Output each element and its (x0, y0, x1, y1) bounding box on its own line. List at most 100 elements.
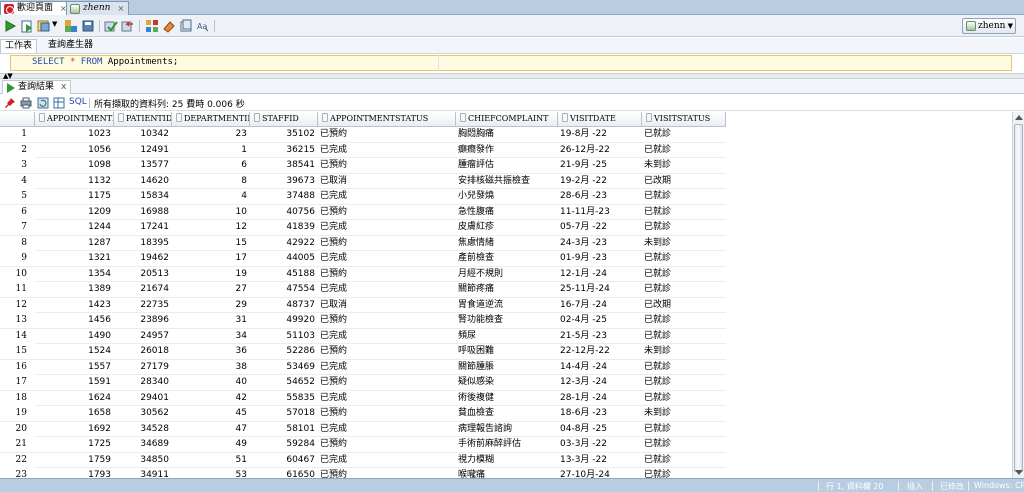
appointmentstatus-cell[interactable]: 已完成 (318, 391, 456, 406)
appointmentstatus-cell[interactable]: 已完成 (318, 422, 456, 437)
patientid-cell[interactable]: 23896 (114, 313, 172, 328)
appointmentstatus-cell[interactable]: 已預約 (318, 236, 456, 251)
chiefcomplaint-cell[interactable]: 喉嚨痛 (456, 468, 558, 478)
table-row[interactable]: 13 1456 23896 31 49920 已預約 腎功能檢查 02-4月 -25 已就診 (0, 313, 726, 329)
patientid-cell[interactable]: 12491 (114, 143, 172, 158)
table-row[interactable]: 22 1759 34850 51 60467 已完成 視力模糊 13-3月 -22 已就診 (0, 452, 726, 468)
tab-query-result[interactable]: 查詢結果 x (2, 80, 72, 94)
print-icon[interactable] (20, 97, 32, 109)
chiefcomplaint-cell[interactable]: 術後複健 (456, 391, 558, 406)
chiefcomplaint-cell[interactable]: 皮膚紅疹 (456, 220, 558, 235)
visitdate-cell[interactable]: 12-1月 -24 (558, 267, 642, 282)
table-row[interactable]: 20 1692 34528 47 58101 已完成 病理報告諮詢 04-8月 -25 已就診 (0, 421, 726, 437)
column-header-appointmentid[interactable]: APPOINTMENTID (35, 112, 114, 127)
visitdate-cell[interactable]: 11-11月-23 (558, 205, 642, 220)
visitstatus-cell[interactable]: 未到診 (642, 158, 726, 173)
visitstatus-cell[interactable]: 已就診 (642, 329, 726, 344)
staffid-cell[interactable]: 39673 (250, 174, 318, 189)
visitdate-cell[interactable]: 12-3月 -24 (558, 375, 642, 390)
departmentid-cell[interactable]: 15 (172, 236, 250, 251)
table-row[interactable]: 11 1389 21674 27 47554 已完成 關節疼痛 25-11月-24 已就診 (0, 282, 726, 298)
table-row[interactable]: 5 1175 15834 4 37488 已完成 小兒發燒 28-6月 -23 已就診 (0, 189, 726, 205)
appointmentstatus-cell[interactable]: 已預約 (318, 205, 456, 220)
tab-query-builder[interactable]: 查詢產生器 (44, 39, 97, 53)
patientid-cell[interactable]: 16988 (114, 205, 172, 220)
appointmentid-cell[interactable]: 1023 (35, 127, 114, 142)
explain-plan-icon[interactable] (64, 19, 78, 33)
run-statement-icon[interactable] (3, 19, 17, 33)
column-header-appointmentstatus[interactable]: APPOINTMENTSTATUS (318, 112, 456, 127)
visitstatus-cell[interactable]: 未到診 (642, 406, 726, 421)
departmentid-cell[interactable]: 1 (172, 143, 250, 158)
refresh-icon[interactable] (37, 97, 49, 109)
staffid-cell[interactable]: 60467 (250, 453, 318, 468)
chiefcomplaint-cell[interactable]: 呼吸困難 (456, 344, 558, 359)
patientid-cell[interactable]: 34850 (114, 453, 172, 468)
close-icon[interactable]: x (61, 81, 66, 94)
appointmentid-cell[interactable]: 1658 (35, 406, 114, 421)
scroll-thumb[interactable] (1014, 124, 1023, 472)
table-row[interactable]: 12 1423 22735 29 48737 已取消 胃食道逆流 16-7月 -24 已改期 (0, 297, 726, 313)
column-header-patientid[interactable]: PATIENTID (114, 112, 172, 127)
appointmentstatus-cell[interactable]: 已預約 (318, 406, 456, 421)
visitstatus-cell[interactable]: 已就診 (642, 391, 726, 406)
staffid-cell[interactable]: 45188 (250, 267, 318, 282)
visitstatus-cell[interactable]: 未到診 (642, 344, 726, 359)
appointmentstatus-cell[interactable]: 已完成 (318, 282, 456, 297)
staffid-cell[interactable]: 35102 (250, 127, 318, 142)
departmentid-cell[interactable]: 27 (172, 282, 250, 297)
visitstatus-cell[interactable]: 已就診 (642, 360, 726, 375)
patientid-cell[interactable]: 29401 (114, 391, 172, 406)
appointmentid-cell[interactable]: 1175 (35, 189, 114, 204)
table-row[interactable]: 4 1132 14620 8 39673 已取消 安排核磁共振檢查 19-2月 -22 已改期 (0, 173, 726, 189)
visitdate-cell[interactable]: 21-9月 -25 (558, 158, 642, 173)
appointmentstatus-cell[interactable]: 已完成 (318, 360, 456, 375)
visitdate-cell[interactable]: 25-11月-24 (558, 282, 642, 297)
history-icon[interactable] (179, 19, 193, 33)
appointmentid-cell[interactable]: 1490 (35, 329, 114, 344)
staffid-cell[interactable]: 48737 (250, 298, 318, 313)
appointmentstatus-cell[interactable]: 已完成 (318, 143, 456, 158)
appointmentstatus-cell[interactable]: 已取消 (318, 174, 456, 189)
visitdate-cell[interactable]: 26-12月-22 (558, 143, 642, 158)
patientid-cell[interactable]: 22735 (114, 298, 172, 313)
appointmentid-cell[interactable]: 1423 (35, 298, 114, 313)
chiefcomplaint-cell[interactable]: 貧血檢查 (456, 406, 558, 421)
visitdate-cell[interactable]: 19-8月 -22 (558, 127, 642, 142)
departmentid-cell[interactable]: 38 (172, 360, 250, 375)
appointmentid-cell[interactable]: 1209 (35, 205, 114, 220)
chiefcomplaint-cell[interactable]: 視力模糊 (456, 453, 558, 468)
table-row[interactable]: 9 1321 19462 17 44005 已完成 產前檢查 01-9月 -23 已就診 (0, 251, 726, 267)
patientid-cell[interactable]: 34528 (114, 422, 172, 437)
departmentid-cell[interactable]: 31 (172, 313, 250, 328)
staffid-cell[interactable]: 51103 (250, 329, 318, 344)
commit-icon[interactable] (104, 19, 118, 33)
table-row[interactable]: 6 1209 16988 10 40756 已預約 急性腹痛 11-11月-23 已就診 (0, 204, 726, 220)
departmentid-cell[interactable]: 19 (172, 267, 250, 282)
departmentid-cell[interactable]: 4 (172, 189, 250, 204)
table-row[interactable]: 21 1725 34689 49 59284 已預約 手術前麻醉評估 03-3月 -22 已就診 (0, 437, 726, 453)
staffid-cell[interactable]: 61650 (250, 468, 318, 478)
chiefcomplaint-cell[interactable]: 頻尿 (456, 329, 558, 344)
visitdate-cell[interactable]: 16-7月 -24 (558, 298, 642, 313)
chevron-down-icon[interactable]: ▼ (52, 20, 57, 28)
chiefcomplaint-cell[interactable]: 關節疼痛 (456, 282, 558, 297)
chiefcomplaint-cell[interactable]: 產前檢查 (456, 251, 558, 266)
visitstatus-cell[interactable]: 已就診 (642, 220, 726, 235)
patientid-cell[interactable]: 10342 (114, 127, 172, 142)
departmentid-cell[interactable]: 40 (172, 375, 250, 390)
appointmentid-cell[interactable]: 1056 (35, 143, 114, 158)
table-row[interactable]: 16 1557 27179 38 53469 已完成 關節腫脹 14-4月 -24 已就診 (0, 359, 726, 375)
tab-welcome[interactable]: 歡迎頁面 × (0, 1, 72, 15)
save-icon[interactable] (81, 19, 95, 33)
staffid-cell[interactable]: 49920 (250, 313, 318, 328)
patientid-cell[interactable]: 26018 (114, 344, 172, 359)
autotrace-icon[interactable] (37, 19, 51, 33)
patientid-cell[interactable]: 18395 (114, 236, 172, 251)
table-row[interactable]: 17 1591 28340 40 54652 已預約 疑似感染 12-3月 -24 已就診 (0, 375, 726, 391)
staffid-cell[interactable]: 38541 (250, 158, 318, 173)
chiefcomplaint-cell[interactable]: 關節腫脹 (456, 360, 558, 375)
result-grid[interactable]: APPOINTMENTID PATIENTID DEPARTMENTID STAFFI… (0, 112, 1012, 478)
departmentid-cell[interactable]: 45 (172, 406, 250, 421)
patientid-cell[interactable]: 30562 (114, 406, 172, 421)
